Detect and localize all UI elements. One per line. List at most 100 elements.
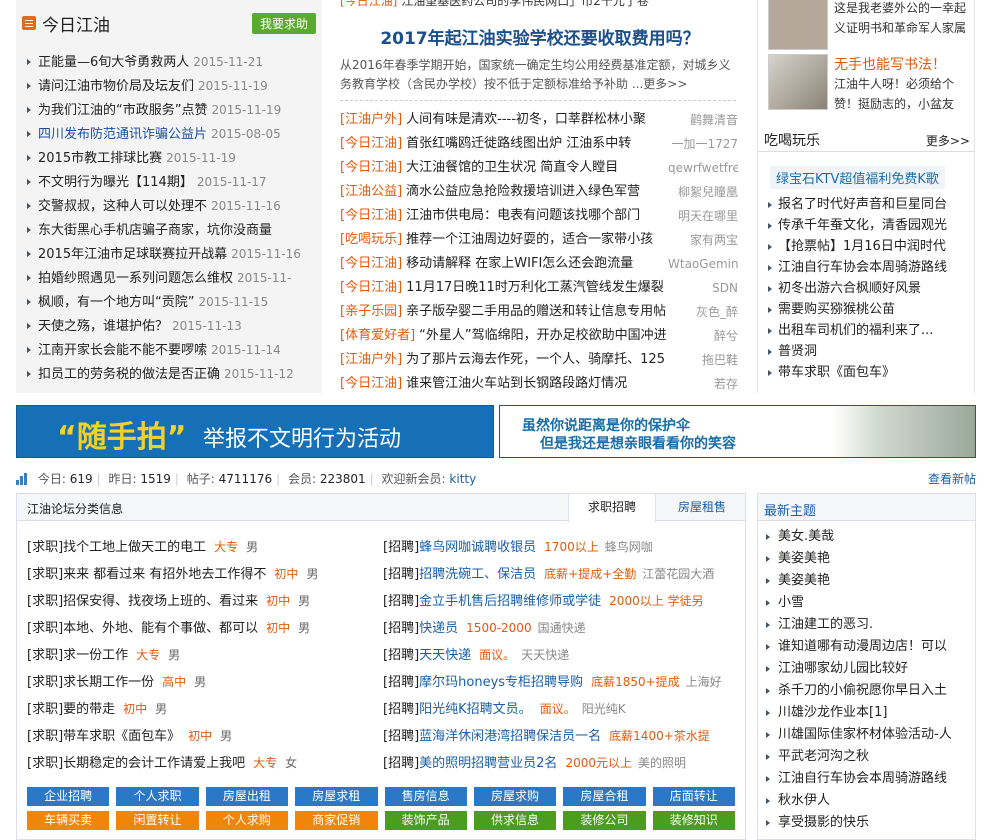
post-category[interactable]: [江油户外] (340, 348, 402, 372)
list-item[interactable]: 享受摄影的快乐 (766, 812, 975, 834)
table-row[interactable]: [求职]带车求职《面包车》 初中男 (27, 723, 377, 750)
post-category[interactable]: [今日江油] (340, 252, 402, 276)
news-title[interactable]: 正能量—6旬大爷勇救两人 (38, 55, 189, 70)
news-title[interactable]: 2015年江油市足球联赛拉开战幕 (38, 247, 227, 262)
list-item[interactable]: [江油公益] 滴水公益应急抢险救援培训进入绿色军营 柳絮兒瞳凰 (340, 180, 738, 204)
list-item[interactable]: [今日江油] 谁来管江油火车站到长钢路段路灯情况 若存 (340, 372, 738, 396)
list-item[interactable]: 美姿美艳 (766, 570, 975, 592)
post-category[interactable]: [今日江油] (340, 132, 402, 156)
job-seek-title[interactable]: [求职]求一份工作 (27, 648, 128, 663)
post-title[interactable]: 移动请解释 在家上WIFI怎么还会跑流量 (406, 252, 664, 276)
category-button[interactable]: 个人求购 (205, 811, 289, 830)
job-hire-title[interactable]: 招聘洗碗工、保洁员 (419, 567, 536, 582)
table-row[interactable]: [招聘]招聘洗碗工、保洁员 底薪+提成+全勤 江蕾花园大酒 (383, 561, 739, 588)
post-title[interactable]: 为了那片云海去作死，一个人、骑摩托、125 (406, 348, 698, 372)
news-title[interactable]: 扣员工的劳务税的做法是否正确 (38, 367, 220, 382)
list-item[interactable]: [今日江油]大江油餐馆的卫生状况 简直令人瞠目qewrfwetfrewgfr (340, 156, 738, 180)
table-row[interactable]: [求职]要的带走 初中男 (27, 696, 377, 723)
table-row[interactable]: [招聘]天天快递 面议。 天天快递 (383, 642, 739, 669)
post-author[interactable]: 灰色_醉 (696, 300, 738, 324)
job-hire-title[interactable]: 金立手机售后招聘维修师或学徒 (419, 594, 601, 609)
job-hire-title[interactable]: 快递员 (419, 621, 458, 636)
post-author[interactable]: 家有两宝 (690, 228, 738, 252)
table-row[interactable]: [求职]求长期工作一份 高中男 (27, 669, 377, 696)
table-row[interactable]: [招聘]金立手机售后招聘维修师或学徒 2000以上 学徒另 (383, 588, 739, 615)
thumb-blurb[interactable]: 这是我老婆外公的一幸起义证明书和革命军人家属 (834, 0, 974, 38)
post-author[interactable]: 鹳舞清音 (690, 108, 738, 132)
post-author[interactable]: SDN (712, 276, 738, 300)
post-category[interactable]: [江油户外] (340, 108, 402, 132)
table-row[interactable]: [求职]来来 都看过来 有招外地去工作得不 初中男 (27, 561, 377, 588)
list-item[interactable]: 【抢票帖】1月16日中润时代 (768, 236, 947, 257)
table-row[interactable]: [招聘]阳光纯K招聘文员。 面议。 阳光纯K (383, 696, 739, 723)
list-item[interactable]: 小雪 (766, 592, 975, 614)
post-category[interactable]: [今日江油] (340, 276, 402, 300)
category-button[interactable]: 商家促销 (295, 811, 378, 830)
post-category[interactable]: [今日江油] (340, 156, 402, 180)
table-row[interactable]: [求职]本地、外地、能有个事做、都可以 初中男 (27, 615, 377, 642)
post-author[interactable]: 一加一1727 (671, 132, 738, 156)
category-button[interactable]: 供求信息 (473, 811, 557, 830)
table-row[interactable]: [招聘]快递员 1500-2000 国通快递 (383, 615, 739, 642)
table-row[interactable]: [求职]招保安得、找夜场上班的、看过来 初中男 (27, 588, 377, 615)
category-button[interactable]: 装修知识 (652, 811, 735, 830)
list-item[interactable]: 川雄国际佳家杯材体验活动-人 (766, 724, 975, 746)
job-seek-title[interactable]: [求职]要的带走 (27, 702, 115, 717)
news-title[interactable]: 东大街黑心手机店骗子商家，坑你没商量 (38, 223, 272, 238)
table-row[interactable]: [求职]找个工地上做天工的电工 大专男 (27, 534, 377, 561)
job-hire-title[interactable]: 摩尔玛honeys专柜招聘导购 (419, 675, 583, 690)
category-button[interactable]: 房屋求购 (473, 787, 557, 806)
category-button[interactable]: 房屋求租 (295, 787, 378, 806)
post-category[interactable]: [江油公益] (340, 180, 402, 204)
table-row[interactable]: [求职]求一份工作 大专男 (27, 642, 377, 669)
list-item[interactable]: 川雄沙龙作业本[1] (766, 702, 975, 724)
post-category[interactable]: [吃喝玩乐] (340, 228, 402, 252)
category-button[interactable]: 房屋出租 (205, 787, 289, 806)
list-item[interactable]: 江油自行车协会本周骑游路线 (768, 257, 947, 278)
list-item[interactable]: 谁知道哪有动漫周边店！可以 (766, 636, 975, 658)
category-button[interactable]: 闲置转让 (116, 811, 199, 830)
list-item[interactable]: 枫顺，有一个地方叫“贡院” 2015-11-15 (26, 290, 318, 314)
list-item[interactable]: [今日江油] 移动请解释 在家上WIFI怎么还会跑流量 WtaoGemini (340, 252, 738, 276)
list-item[interactable]: 请问江油市物价局及坛友们 2015-11-19 (26, 74, 318, 98)
more-link[interactable]: 更多>> (643, 77, 687, 91)
list-item[interactable]: 为我们江油的“市政服务”点赞 2015-11-19 (26, 98, 318, 122)
list-item[interactable]: 美姿美艳 (766, 548, 975, 570)
list-item[interactable]: 江油哪家幼儿园比较好 (766, 658, 975, 680)
job-hire-title[interactable]: 美的照明招聘营业员2名 (419, 756, 557, 771)
thumb-title[interactable]: 无手也能写书法！ (834, 54, 946, 74)
thumbnail-image[interactable] (768, 54, 828, 110)
job-seek-title[interactable]: [求职]求长期工作一份 (27, 675, 154, 690)
list-item[interactable]: [体育爱好者] “外星人”驾临绵阳，开办足校欲助中国冲进 醉兮 (340, 324, 738, 348)
news-title[interactable]: 2015市教工排球比赛 (38, 151, 162, 166)
list-item[interactable]: 江油建工的恶习. (766, 614, 975, 636)
post-title[interactable]: 谁来管江油火车站到长钢路段路灯情况 (406, 372, 710, 396)
list-item[interactable]: [江油户外] 人间有味是清欢----初冬，口莘群松林小聚 鹳舞清音 (340, 108, 738, 132)
list-item[interactable]: 杀千刀的小偷祝愿你早日入土 (766, 680, 975, 702)
list-item[interactable]: [江油户外] 为了那片云海去作死，一个人、骑摩托、125 拖巴鞋 (340, 348, 738, 372)
news-title[interactable]: 拍婚纱照遇见一系列问题怎么维权 (38, 271, 233, 286)
post-author[interactable]: 若存 (714, 372, 738, 396)
report-campaign-banner[interactable]: “随手拍” 举报不文明行为活动 (16, 405, 494, 458)
list-item[interactable]: 扣员工的劳务税的做法是否正确 2015-11-12 (26, 362, 318, 386)
job-seek-title[interactable]: [求职]招保安得、找夜场上班的、看过来 (27, 594, 258, 609)
job-seek-title[interactable]: [求职]来来 都看过来 有招外地去工作得不 (27, 567, 266, 582)
news-title[interactable]: 天使之殇，谁堪护佑？ (38, 319, 168, 334)
list-item[interactable]: 普贤洞 (768, 341, 947, 362)
job-seek-title[interactable]: [求职]找个工地上做天工的电工 (27, 540, 206, 555)
news-title[interactable]: 四川发布防范通讯诈骗公益片 (38, 127, 207, 142)
post-author[interactable]: 明天在哪里 (678, 204, 738, 228)
list-item[interactable]: 出租车司机们的福利来了... (768, 320, 947, 341)
tab-housing[interactable]: 房屋租售 (658, 494, 746, 521)
list-item[interactable]: 拍婚纱照遇见一系列问题怎么维权 2015-11- (26, 266, 318, 290)
headline-title[interactable]: 2017年起江油实验学校还要收取费用吗？ (340, 24, 740, 49)
job-seek-title[interactable]: [求职]本地、外地、能有个事做、都可以 (27, 621, 258, 636)
view-new-posts-link[interactable]: 查看新帖 (928, 470, 976, 487)
list-item[interactable]: 四川发布防范通讯诈骗公益片 2015-08-05 (26, 122, 318, 146)
more-link[interactable]: 更多>> (926, 132, 970, 149)
post-title[interactable]: 滴水公益应急抢险救援培训进入绿色军营 (406, 180, 674, 204)
category-button[interactable]: 装饰产品 (384, 811, 467, 830)
post-title[interactable]: 11月17日晚11时万利化工蒸汽管线发生爆裂 (406, 276, 708, 300)
list-item[interactable]: 天使之殇，谁堪护佑？ 2015-11-13 (26, 314, 318, 338)
list-item[interactable]: 平武老河沟之秋 (766, 746, 975, 768)
